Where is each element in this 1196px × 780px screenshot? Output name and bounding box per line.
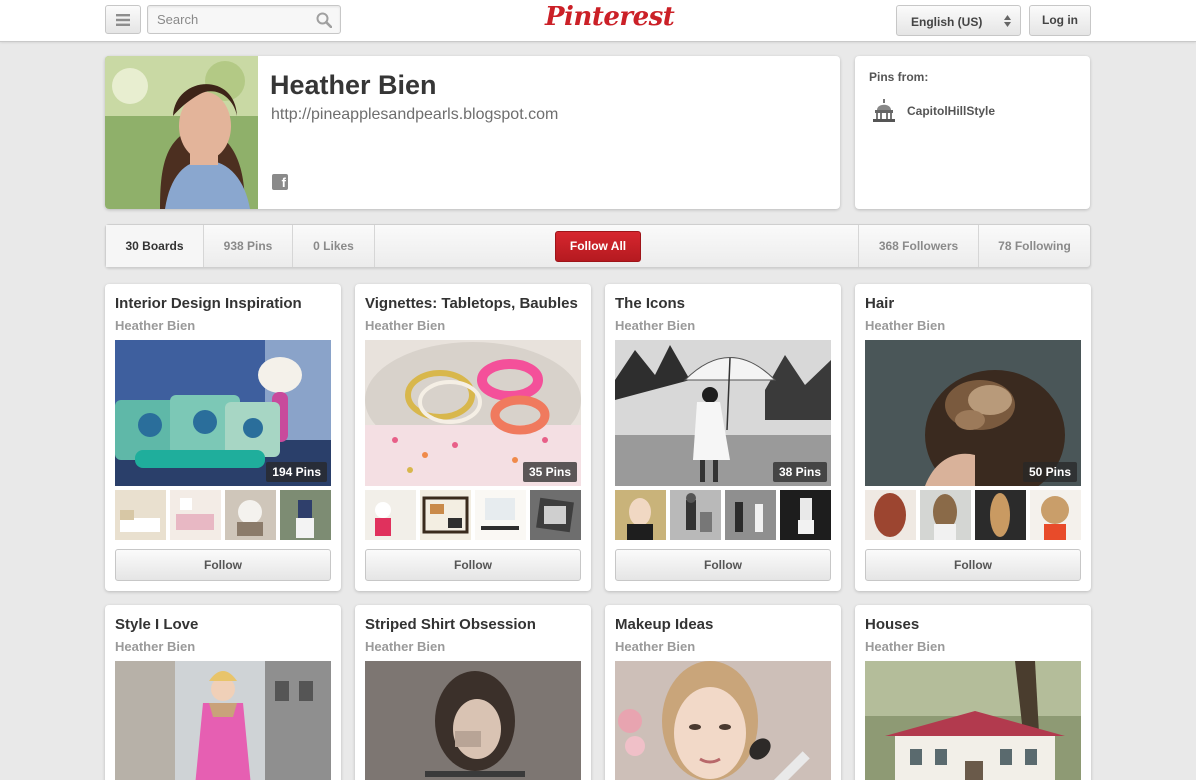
board-title[interactable]: Makeup Ideas — [615, 616, 713, 633]
board-card[interactable]: Houses Heather Bien — [855, 605, 1091, 780]
pin-count-badge: 194 Pins — [266, 462, 327, 482]
facebook-icon[interactable]: f — [272, 174, 288, 190]
board-owner: Heather Bien — [865, 318, 946, 333]
board-thumbnail[interactable] — [670, 490, 721, 540]
pin-count-badge: 35 Pins — [522, 462, 577, 482]
board-thumbnail[interactable] — [365, 490, 416, 540]
profile-card: Heather Bien http://pineapplesandpearls.… — [105, 56, 840, 209]
board-thumbnails — [365, 490, 581, 540]
avatar — [105, 56, 258, 209]
board-thumbnail[interactable] — [780, 490, 831, 540]
board-card[interactable]: Makeup Ideas Heather Bien — [605, 605, 841, 780]
board-card[interactable]: The Icons Heather Bien 38 Pins Follow — [605, 284, 841, 591]
board-title[interactable]: Style I Love — [115, 616, 198, 633]
language-select[interactable]: English (US) — [896, 5, 1021, 36]
search-box — [147, 5, 341, 34]
board-owner: Heather Bien — [115, 318, 196, 333]
board-owner: Heather Bien — [115, 639, 196, 654]
pin-count-badge: 50 Pins — [1022, 462, 1077, 482]
board-cover-image[interactable] — [365, 661, 581, 780]
search-input[interactable] — [148, 6, 308, 33]
language-label: English (US) — [911, 15, 983, 29]
board-thumbnail[interactable] — [420, 490, 471, 540]
select-arrows-icon — [1004, 15, 1011, 27]
board-title[interactable]: Striped Shirt Obsession — [365, 616, 536, 633]
board-thumbnail[interactable] — [725, 490, 776, 540]
menu-button[interactable] — [105, 5, 141, 34]
board-card[interactable]: Style I Love Heather Bien — [105, 605, 341, 780]
hamburger-icon — [116, 13, 130, 26]
board-cover-image[interactable]: 194 Pins — [115, 340, 331, 486]
board-title[interactable]: Hair — [865, 295, 894, 312]
board-cover-image[interactable]: 38 Pins — [615, 340, 831, 486]
tab-following[interactable]: 78 Following — [978, 225, 1090, 267]
follow-button[interactable]: Follow — [865, 549, 1081, 581]
follow-button[interactable]: Follow — [615, 549, 831, 581]
board-thumbnail[interactable] — [1030, 490, 1081, 540]
board-title[interactable]: Interior Design Inspiration — [115, 295, 302, 312]
board-cover-image[interactable] — [615, 661, 831, 780]
board-thumbnail[interactable] — [530, 490, 581, 540]
top-header: Pinterest English (US) Log in — [0, 0, 1196, 42]
search-icon[interactable] — [316, 12, 332, 28]
board-thumbnails — [865, 490, 1081, 540]
board-thumbnail[interactable] — [920, 490, 971, 540]
tab-boards[interactable]: 30 Boards — [106, 225, 204, 267]
board-owner: Heather Bien — [615, 639, 696, 654]
profile-url[interactable]: http://pineapplesandpearls.blogspot.com — [271, 106, 558, 124]
follow-all-button[interactable]: Follow All — [555, 231, 641, 262]
tab-pins[interactable]: 938 Pins — [204, 225, 293, 267]
board-owner: Heather Bien — [365, 639, 446, 654]
pins-from-source[interactable]: CapitolHillStyle — [871, 98, 995, 124]
board-thumbnail[interactable] — [280, 490, 331, 540]
board-owner: Heather Bien — [615, 318, 696, 333]
board-card[interactable]: Vignettes: Tabletops, Baubles Heather Bi… — [355, 284, 591, 591]
board-thumbnail[interactable] — [975, 490, 1026, 540]
board-thumbnail[interactable] — [115, 490, 166, 540]
pins-from-name: CapitolHillStyle — [907, 104, 996, 118]
pins-from-title: Pins from: — [869, 70, 929, 84]
board-cover-image[interactable]: 35 Pins — [365, 340, 581, 486]
login-button[interactable]: Log in — [1029, 5, 1091, 36]
board-thumbnails — [115, 490, 331, 540]
pinterest-logo[interactable]: Pinterest — [545, 2, 675, 32]
board-cover-image[interactable] — [115, 661, 331, 780]
stats-bar: 30 Boards 938 Pins 0 Likes Follow All 36… — [105, 224, 1091, 268]
follow-button[interactable]: Follow — [115, 549, 331, 581]
board-card[interactable]: Interior Design Inspiration Heather Bien… — [105, 284, 341, 591]
board-cover-image[interactable]: 50 Pins — [865, 340, 1081, 486]
pins-from-card: Pins from: CapitolHillStyle — [855, 56, 1090, 209]
board-owner: Heather Bien — [865, 639, 946, 654]
board-cover-image[interactable] — [865, 661, 1081, 780]
profile-name: Heather Bien — [270, 70, 437, 100]
tab-followers[interactable]: 368 Followers — [858, 225, 978, 267]
board-thumbnail[interactable] — [475, 490, 526, 540]
board-title[interactable]: The Icons — [615, 295, 685, 312]
tab-likes[interactable]: 0 Likes — [293, 225, 375, 267]
board-title[interactable]: Vignettes: Tabletops, Baubles — [365, 295, 578, 312]
board-title[interactable]: Houses — [865, 616, 919, 633]
board-thumbnails — [615, 490, 831, 540]
board-card[interactable]: Striped Shirt Obsession Heather Bien — [355, 605, 591, 780]
board-thumbnail[interactable] — [170, 490, 221, 540]
board-thumbnail[interactable] — [615, 490, 666, 540]
board-card[interactable]: Hair Heather Bien 50 Pins Follow — [855, 284, 1091, 591]
pin-count-badge: 38 Pins — [772, 462, 827, 482]
board-owner: Heather Bien — [365, 318, 446, 333]
board-thumbnail[interactable] — [225, 490, 276, 540]
board-thumbnail[interactable] — [865, 490, 916, 540]
follow-button[interactable]: Follow — [365, 549, 581, 581]
capitol-building-icon — [873, 99, 895, 122]
